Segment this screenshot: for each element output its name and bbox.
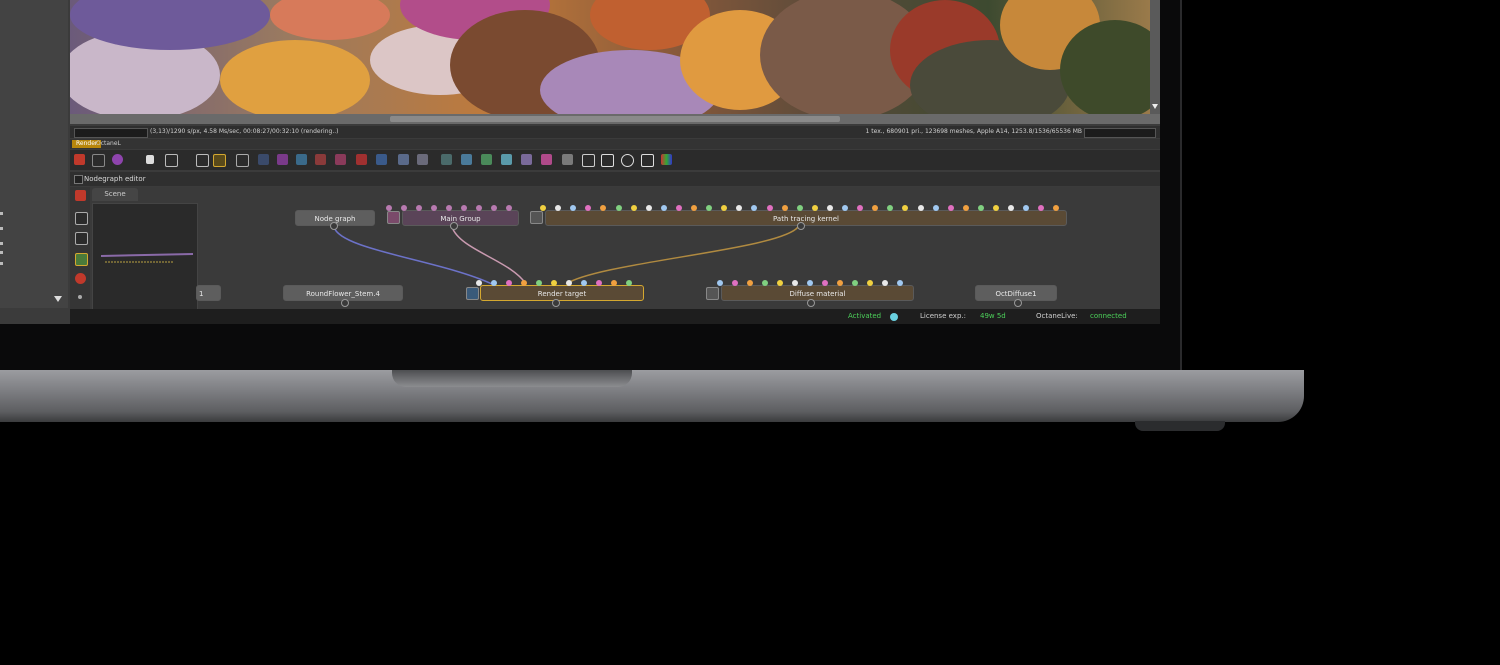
render-target-input-pin[interactable] (536, 280, 542, 286)
node-partial[interactable]: 1 (196, 285, 221, 301)
kernel-input-pin[interactable] (842, 205, 848, 211)
group-input-pin[interactable] (401, 205, 407, 211)
render-target-icon[interactable] (466, 287, 479, 300)
kernel-input-pin[interactable] (932, 205, 939, 211)
node-render-target[interactable]: Render target (480, 285, 644, 301)
activated-label: Activated (848, 312, 882, 320)
render-target-input-pin[interactable] (491, 280, 497, 286)
node-path-tracing-kernel[interactable]: Path tracing kernel (545, 210, 1067, 226)
material-input-pin[interactable] (882, 280, 888, 286)
kernel-input-pin[interactable] (947, 205, 954, 211)
kernel-input-pin[interactable] (766, 205, 773, 211)
group-input-pin[interactable] (491, 205, 497, 211)
node-output-pin[interactable] (450, 222, 458, 230)
group-input-pin[interactable] (461, 205, 467, 211)
laptop-base (0, 370, 1304, 422)
material-input-pin[interactable] (777, 280, 783, 286)
render-target-input-pin[interactable] (521, 280, 527, 286)
render-target-input-pin[interactable] (506, 280, 512, 286)
kernel-input-pin[interactable] (660, 205, 667, 211)
octane-app-window: (3,13)/1290 s/px, 4.58 Ms/sec, 00:08:27/… (0, 0, 1160, 324)
node-output-pin[interactable] (552, 299, 560, 307)
render-target-input-pin[interactable] (566, 280, 572, 286)
kernel-input-pin[interactable] (675, 205, 682, 211)
node-output-pin[interactable] (797, 222, 805, 230)
kernel-input-pin[interactable] (781, 205, 788, 211)
kernel-input-pin[interactable] (993, 205, 999, 211)
node-output-pin[interactable] (1014, 299, 1022, 307)
render-target-input-pin[interactable] (596, 280, 602, 286)
app-status-footer: Activated License exp.: 49w 5d OctaneLiv… (70, 309, 1160, 324)
kernel-icon[interactable] (530, 211, 543, 224)
laptop-open-notch (392, 370, 632, 387)
activation-status-icon (890, 313, 898, 321)
material-input-pin[interactable] (762, 280, 768, 286)
render-target-input-pin[interactable] (611, 280, 617, 286)
render-target-input-pin[interactable] (476, 280, 482, 286)
material-icon[interactable] (706, 287, 719, 300)
laptop-foot (1135, 421, 1225, 431)
kernel-input-pin[interactable] (540, 205, 546, 211)
node-main-group[interactable]: Main Group (402, 210, 519, 226)
kernel-input-pin[interactable] (796, 205, 803, 211)
group-input-pin[interactable] (416, 205, 422, 211)
kernel-input-pin[interactable] (826, 205, 833, 211)
group-icon[interactable] (387, 211, 400, 224)
node-output-pin[interactable] (330, 222, 338, 230)
group-input-pin[interactable] (506, 205, 512, 211)
material-input-pin[interactable] (807, 280, 813, 286)
kernel-input-pin[interactable] (615, 205, 622, 211)
octanelive-label: OctaneLive: (1036, 312, 1078, 320)
kernel-input-pin[interactable] (811, 205, 818, 211)
material-input-pin[interactable] (822, 280, 828, 286)
node-wires (333, 226, 799, 285)
material-input-pin[interactable] (792, 280, 798, 286)
license-label: License exp.: (920, 312, 966, 320)
material-input-pin[interactable] (867, 280, 873, 286)
node-output-pin[interactable] (341, 299, 349, 307)
license-expiry-value: 49w 5d (980, 312, 1006, 320)
kernel-input-pin[interactable] (645, 205, 652, 211)
material-input-pin[interactable] (852, 280, 858, 286)
material-input-pin[interactable] (897, 280, 903, 286)
kernel-input-pin[interactable] (917, 205, 924, 211)
kernel-input-pin[interactable] (962, 205, 969, 211)
render-target-input-pin[interactable] (626, 280, 632, 286)
node-diffuse-material[interactable]: Diffuse material (721, 285, 914, 301)
kernel-input-pin[interactable] (630, 205, 637, 211)
material-input-pin[interactable] (837, 280, 843, 286)
material-input-pin[interactable] (732, 280, 738, 286)
group-input-pin[interactable] (476, 205, 482, 211)
material-input-pin[interactable] (747, 280, 753, 286)
render-target-input-pin[interactable] (581, 280, 587, 286)
kernel-input-pin[interactable] (691, 205, 697, 211)
material-input-pin[interactable] (717, 280, 723, 286)
group-input-pin[interactable] (431, 205, 437, 211)
kernel-input-pin[interactable] (977, 205, 984, 211)
group-input-pin[interactable] (446, 205, 452, 211)
octanelive-status-value: connected (1090, 312, 1127, 320)
group-input-pin[interactable] (386, 205, 392, 211)
render-target-input-pin[interactable] (551, 280, 557, 286)
node-output-pin[interactable] (807, 299, 815, 307)
